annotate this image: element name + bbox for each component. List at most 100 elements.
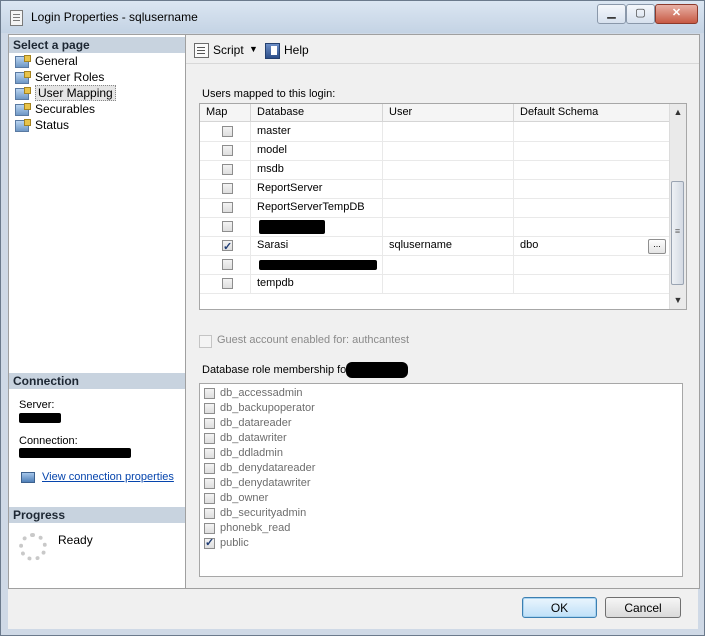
- browse-schema-button[interactable]: ...: [648, 239, 666, 254]
- role-item-phonebk-read[interactable]: phonebk_read: [204, 521, 290, 535]
- role-item-db-backupoperator[interactable]: db_backupoperator: [204, 401, 315, 415]
- maximize-icon[interactable]: ▢: [626, 4, 655, 24]
- map-checkbox[interactable]: [222, 278, 233, 289]
- user-cell[interactable]: [383, 274, 514, 293]
- redacted-database-name: [259, 260, 377, 270]
- database-cell[interactable]: model: [251, 141, 383, 160]
- redacted-database-name: [346, 362, 408, 378]
- default-schema-cell[interactable]: [514, 122, 670, 141]
- user-cell[interactable]: [383, 255, 514, 274]
- page-wrench-icon: [15, 119, 31, 132]
- table-row[interactable]: model: [200, 141, 670, 161]
- user-cell[interactable]: [383, 198, 514, 217]
- role-item-db-securityadmin[interactable]: db_securityadmin: [204, 506, 306, 520]
- ok-button[interactable]: OK: [522, 597, 597, 618]
- column-header-database[interactable]: Database: [251, 104, 383, 121]
- title-bar: Login Properties - sqlusername ▁ ▢ ✕: [1, 1, 704, 33]
- default-schema-cell[interactable]: [514, 198, 670, 217]
- progress-spinner-icon: [19, 533, 47, 561]
- view-connection-properties-link[interactable]: View connection properties: [42, 471, 174, 483]
- map-checkbox[interactable]: [222, 126, 233, 137]
- chevron-down-icon[interactable]: ▼: [249, 42, 258, 56]
- script-icon: [194, 43, 209, 58]
- role-item-public[interactable]: public: [204, 536, 249, 550]
- role-item-db-datawriter[interactable]: db_datawriter: [204, 431, 287, 445]
- role-label: db_owner: [220, 492, 269, 504]
- role-checkbox[interactable]: [204, 508, 215, 519]
- default-schema-cell[interactable]: dbo: [514, 236, 670, 255]
- database-cell[interactable]: ReportServerTempDB: [251, 198, 383, 217]
- page-wrench-icon: [15, 103, 31, 116]
- role-item-db-denydatareader[interactable]: db_denydatareader: [204, 461, 315, 475]
- role-checkbox[interactable]: [204, 433, 215, 444]
- map-checkbox[interactable]: [222, 183, 233, 194]
- database-cell[interactable]: [251, 255, 383, 274]
- user-cell[interactable]: [383, 217, 514, 236]
- table-row[interactable]: tempdb: [200, 274, 670, 294]
- page-item-general[interactable]: General: [15, 54, 78, 69]
- map-checkbox[interactable]: [222, 145, 233, 156]
- default-schema-cell[interactable]: [514, 255, 670, 274]
- database-cell[interactable]: Sarasi: [251, 236, 383, 255]
- default-schema-cell[interactable]: [514, 160, 670, 179]
- close-icon[interactable]: ✕: [655, 4, 698, 24]
- role-checkbox[interactable]: [204, 448, 215, 459]
- role-checkbox[interactable]: [204, 536, 215, 550]
- table-row[interactable]: ReportServerTempDB: [200, 198, 670, 218]
- column-header-default-schema[interactable]: Default Schema: [514, 104, 670, 121]
- map-checkbox[interactable]: [222, 202, 233, 213]
- role-item-db-ddladmin[interactable]: db_ddladmin: [204, 446, 283, 460]
- role-checkbox[interactable]: [204, 418, 215, 429]
- user-cell[interactable]: [383, 160, 514, 179]
- table-row[interactable]: Sarasisqlusername dbo...: [200, 236, 670, 256]
- scroll-down-icon[interactable]: ▼: [670, 292, 686, 308]
- default-schema-cell[interactable]: [514, 179, 670, 198]
- column-header-map[interactable]: Map: [200, 104, 251, 121]
- table-row[interactable]: [200, 217, 670, 237]
- guest-checkbox-box[interactable]: [199, 335, 212, 348]
- map-checkbox[interactable]: [222, 238, 233, 255]
- role-item-db-denydatawriter[interactable]: db_denydatawriter: [204, 476, 311, 490]
- map-checkbox[interactable]: [222, 164, 233, 175]
- page-item-securables[interactable]: Securables: [15, 102, 95, 117]
- role-item-db-datareader[interactable]: db_datareader: [204, 416, 292, 430]
- scroll-up-icon[interactable]: ▲: [670, 104, 686, 120]
- table-row[interactable]: msdb: [200, 160, 670, 180]
- default-schema-cell[interactable]: [514, 141, 670, 160]
- database-cell[interactable]: master: [251, 122, 383, 141]
- user-cell[interactable]: [383, 179, 514, 198]
- user-cell[interactable]: [383, 141, 514, 160]
- user-cell[interactable]: [383, 122, 514, 141]
- database-cell[interactable]: [251, 217, 383, 236]
- default-schema-cell[interactable]: [514, 274, 670, 293]
- map-checkbox[interactable]: [222, 259, 233, 270]
- role-label: public: [220, 537, 249, 549]
- column-header-user[interactable]: User: [383, 104, 514, 121]
- scroll-thumb[interactable]: ≡: [671, 181, 684, 285]
- database-cell[interactable]: ReportServer: [251, 179, 383, 198]
- role-checkbox[interactable]: [204, 463, 215, 474]
- table-row[interactable]: [200, 255, 670, 275]
- role-label: db_backupoperator: [220, 402, 315, 414]
- role-checkbox[interactable]: [204, 523, 215, 534]
- role-checkbox[interactable]: [204, 388, 215, 399]
- page-item-status[interactable]: Status: [15, 118, 69, 133]
- table-row[interactable]: master: [200, 122, 670, 142]
- role-item-db-accessadmin[interactable]: db_accessadmin: [204, 386, 303, 400]
- database-cell[interactable]: msdb: [251, 160, 383, 179]
- table-row[interactable]: ReportServer: [200, 179, 670, 199]
- cancel-button[interactable]: Cancel: [605, 597, 681, 618]
- redacted-server-name: [19, 413, 61, 423]
- role-checkbox[interactable]: [204, 478, 215, 489]
- minimize-icon[interactable]: ▁: [597, 4, 626, 24]
- map-checkbox[interactable]: [222, 221, 233, 232]
- database-cell[interactable]: tempdb: [251, 274, 383, 293]
- role-checkbox[interactable]: [204, 403, 215, 414]
- role-item-db-owner[interactable]: db_owner: [204, 491, 268, 505]
- page-item-server-roles[interactable]: Server Roles: [15, 70, 104, 85]
- users-grid-scrollbar[interactable]: ▲ ≡ ▼: [669, 104, 686, 309]
- user-cell[interactable]: sqlusername: [383, 236, 514, 255]
- default-schema-cell[interactable]: [514, 217, 670, 236]
- page-item-user-mapping[interactable]: User Mapping: [15, 85, 116, 101]
- role-checkbox[interactable]: [204, 493, 215, 504]
